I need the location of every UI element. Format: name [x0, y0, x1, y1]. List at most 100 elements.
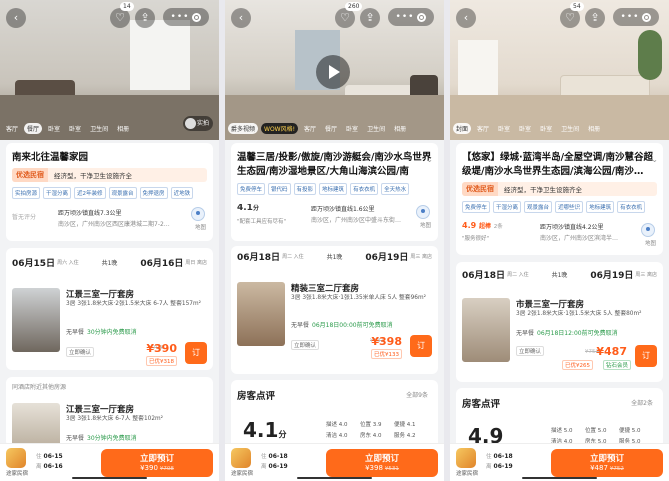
tab-photo-category[interactable]: 客厅 — [3, 123, 21, 134]
date-selector[interactable]: 06月15日 周六 入住 共1晚 06月16日 周日 离店 — [12, 252, 207, 272]
bottom-bar: 途家民宿 住 06-18 离 06-19 立即预订 ¥487 ¥752 — [450, 443, 669, 481]
room-thumbnail[interactable] — [237, 282, 285, 346]
map-label[interactable]: 地图 — [645, 239, 656, 247]
date-selector[interactable]: 06月18日 周二 入住 共1晚 06月19日 周三 离店 — [237, 246, 432, 266]
more-dots-icon[interactable]: ••• — [621, 8, 640, 26]
tab-photo-category[interactable]: 相册 — [391, 123, 409, 134]
photo-category-tabs: 封面 客厅 卧室 卧室 卧室 卫生间 相册 — [450, 121, 669, 135]
room-price: ¥398 — [371, 335, 402, 348]
tab-photo-category[interactable]: 卧室 — [343, 123, 361, 134]
checkin-label: 住 — [36, 454, 42, 460]
tab-photo-category[interactable]: 相册 — [114, 123, 132, 134]
share-icon[interactable]: ⇪ — [585, 8, 605, 28]
book-now-button[interactable]: 立即预订 ¥398 ¥531 — [326, 449, 438, 477]
map-pin-icon[interactable] — [641, 223, 655, 237]
checkin-date[interactable]: 06月18日 — [462, 268, 505, 281]
favorite-icon[interactable]: ♡ 260 — [335, 2, 363, 28]
checkin-date[interactable]: 06月15日 — [12, 256, 55, 269]
room-item[interactable]: 江景三室一厅套房 3居 3张1.8米大床·2张1.5米大床 6-7人 整套157… — [12, 288, 207, 368]
date-selector[interactable]: 06月18日 周二 入住 共1晚 06月19日 周三 离店 — [462, 264, 657, 284]
see-all-reviews[interactable]: 全部9条 — [406, 390, 428, 399]
book-room-button[interactable]: 订 — [635, 345, 657, 367]
close-target-icon[interactable] — [417, 12, 427, 22]
close-target-icon[interactable] — [642, 12, 652, 22]
share-icon[interactable]: ⇪ — [135, 8, 155, 28]
tab-photo-category[interactable]: 卧室 — [495, 123, 513, 134]
mini-program-capsule[interactable]: ••• — [163, 8, 209, 26]
room-thumbnail[interactable] — [12, 288, 60, 352]
nights-count: 共1晚 — [551, 271, 568, 279]
cancel-policy: 06月18日12:00前可免费取消 — [537, 330, 618, 337]
tab-photo-category[interactable]: 卫生间 — [558, 123, 582, 134]
hero-photo[interactable]: ‹ ♡ 260 ⇪ ••• 爵多视频 WOW风格! 客厅 餐厅 卧室 卫生间 相册 — [225, 0, 444, 140]
tujia-logo[interactable] — [231, 448, 251, 468]
room-item[interactable]: 精装三室二厅套房 3居 3张1.8米大床·1张1.35米单人床 5人 整套96m… — [237, 282, 432, 362]
favorite-icon[interactable]: ♡ 14 — [110, 2, 134, 28]
share-icon[interactable]: ⇪ — [360, 8, 380, 28]
see-all-reviews[interactable]: 全部2条 — [631, 398, 653, 407]
room-item[interactable]: 市景三室一厅套房 3居 2张1.8米大床·1张1.5米大床 5人 整套80m² … — [462, 298, 657, 378]
rating-score[interactable]: 4.1分 — [237, 204, 259, 213]
tab-photo-category[interactable]: 餐厅 — [322, 123, 340, 134]
feature-tag: 免费停车 — [462, 201, 491, 213]
play-icon[interactable] — [316, 55, 350, 89]
hero-photo[interactable]: ‹ ♡ 14 ⇪ ••• 客厅 餐厅 卧室 卧室 卫生间 相册 实拍 — [0, 0, 219, 140]
close-target-icon[interactable] — [192, 12, 202, 22]
chevron-down-icon[interactable]: ⌄ — [426, 155, 433, 164]
tab-photo-category[interactable]: 卧室 — [516, 123, 534, 134]
map-label[interactable]: 地图 — [420, 221, 431, 229]
bottom-dates[interactable]: 住 06-18 离 06-19 — [261, 452, 288, 472]
tab-photo-category[interactable]: 客厅 — [301, 123, 319, 134]
nights-count: 共1晚 — [101, 259, 118, 267]
tab-photo-category[interactable]: 相册 — [585, 123, 603, 134]
tab-photo-category[interactable]: 卧室 — [45, 123, 63, 134]
mini-program-capsule[interactable]: ••• — [613, 8, 659, 26]
hero-photo[interactable]: ‹ ♡ 54 ⇪ ••• 封面 客厅 卧室 卧室 卧室 卫生间 相册 — [450, 0, 669, 140]
back-arrow-icon[interactable]: ‹ — [6, 8, 26, 28]
back-arrow-icon[interactable]: ‹ — [231, 8, 251, 28]
checkout-date[interactable]: 06月19日 — [365, 250, 408, 263]
checkout-date[interactable]: 06月19日 — [590, 268, 633, 281]
back-arrow-icon[interactable]: ‹ — [456, 8, 476, 28]
tab-photo-category[interactable]: 封面 — [453, 122, 472, 134]
bottom-bar: 途家民宿 住 06-15 离 06-16 立即预订 ¥390 ¥708 — [0, 443, 219, 481]
tab-photo-category[interactable]: 卫生间 — [87, 123, 111, 134]
tab-photo-category[interactable]: 卫生间 — [364, 123, 388, 134]
book-now-button[interactable]: 立即预订 ¥487 ¥752 — [551, 449, 663, 477]
mini-program-capsule[interactable]: ••• — [388, 8, 434, 26]
tab-photo-category[interactable]: WOW风格! — [261, 122, 299, 134]
map-pin-icon[interactable] — [191, 207, 205, 221]
room-thumbnail[interactable] — [462, 298, 510, 362]
checkout-date[interactable]: 06月16日 — [140, 256, 183, 269]
bottom-dates[interactable]: 住 06-18 离 06-19 — [486, 452, 513, 472]
tab-photo-category[interactable]: 餐厅 — [24, 122, 43, 134]
bottom-dates[interactable]: 住 06-15 离 06-16 — [36, 452, 63, 472]
score-empty: 暂无评分 — [12, 214, 37, 221]
rating-score[interactable]: 4.9 超棒 2条 — [462, 221, 503, 232]
rating-unit: 分 — [252, 205, 259, 212]
tab-photo-category[interactable]: 爵多视频 — [228, 122, 259, 134]
map-pin-icon[interactable] — [416, 205, 430, 219]
map-label[interactable]: 地图 — [195, 223, 206, 231]
vr-tour-button[interactable]: 实拍 — [182, 116, 213, 131]
tujia-logo[interactable] — [6, 448, 26, 468]
room-price: ¥487 — [596, 345, 627, 358]
more-dots-icon[interactable]: ••• — [171, 8, 190, 26]
favorite-icon[interactable]: ♡ 54 — [560, 2, 584, 28]
checkout-label: 离 — [36, 464, 42, 470]
checkin-date[interactable]: 06月18日 — [237, 250, 280, 263]
book-room-button[interactable]: 订 — [410, 335, 432, 357]
photo-window — [458, 40, 498, 95]
photo-window — [130, 20, 190, 90]
chevron-down-icon[interactable]: ⌄ — [651, 155, 658, 164]
cancel-policy: 30分钟内免费取消 — [87, 329, 137, 336]
book-room-button[interactable]: 订 — [185, 342, 207, 364]
tab-photo-category[interactable]: 卧室 — [66, 123, 84, 134]
tujia-logo[interactable] — [456, 448, 476, 468]
tab-photo-category[interactable]: 卧室 — [537, 123, 555, 134]
tab-photo-category[interactable]: 客厅 — [474, 123, 492, 134]
feature-tag: 近哪些识 — [555, 201, 584, 213]
room-name: 江景三室一厅套房 — [66, 405, 135, 415]
book-now-button[interactable]: 立即预订 ¥390 ¥708 — [101, 449, 213, 477]
more-dots-icon[interactable]: ••• — [396, 8, 415, 26]
